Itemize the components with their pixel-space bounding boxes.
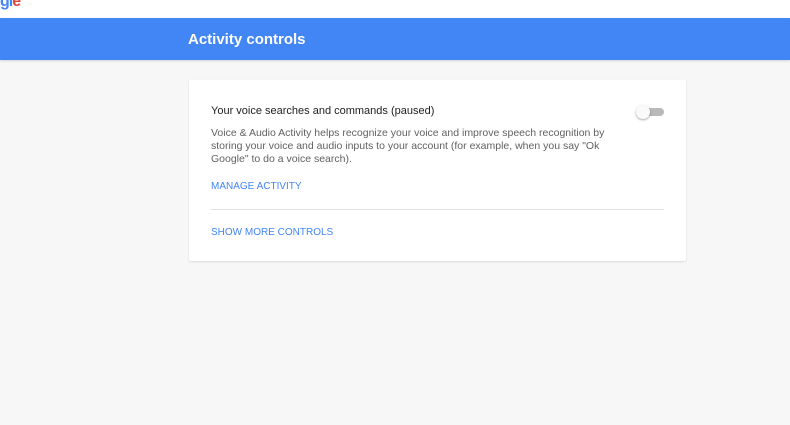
top-bar: gle	[0, 0, 790, 18]
voice-activity-description: Voice & Audio Activity helps recognize y…	[211, 127, 605, 165]
activity-control-card: Your voice searches and commands (paused…	[189, 80, 686, 261]
manage-activity-link[interactable]: MANAGE ACTIVITY	[211, 180, 302, 194]
show-more-controls-link[interactable]: SHOW MORE CONTROLS	[211, 226, 333, 240]
app-header: Activity controls	[0, 18, 790, 60]
voice-activity-setting-title: Your voice searches and commands (paused…	[211, 105, 435, 117]
logo-letter-g: g	[0, 0, 10, 10]
google-logo-fragment[interactable]: gle	[0, 0, 21, 11]
voice-activity-toggle[interactable]	[636, 105, 664, 119]
page-title: Activity controls	[188, 31, 306, 48]
divider	[211, 209, 664, 210]
logo-letter-e: e	[12, 0, 21, 10]
toggle-thumb	[636, 105, 650, 119]
